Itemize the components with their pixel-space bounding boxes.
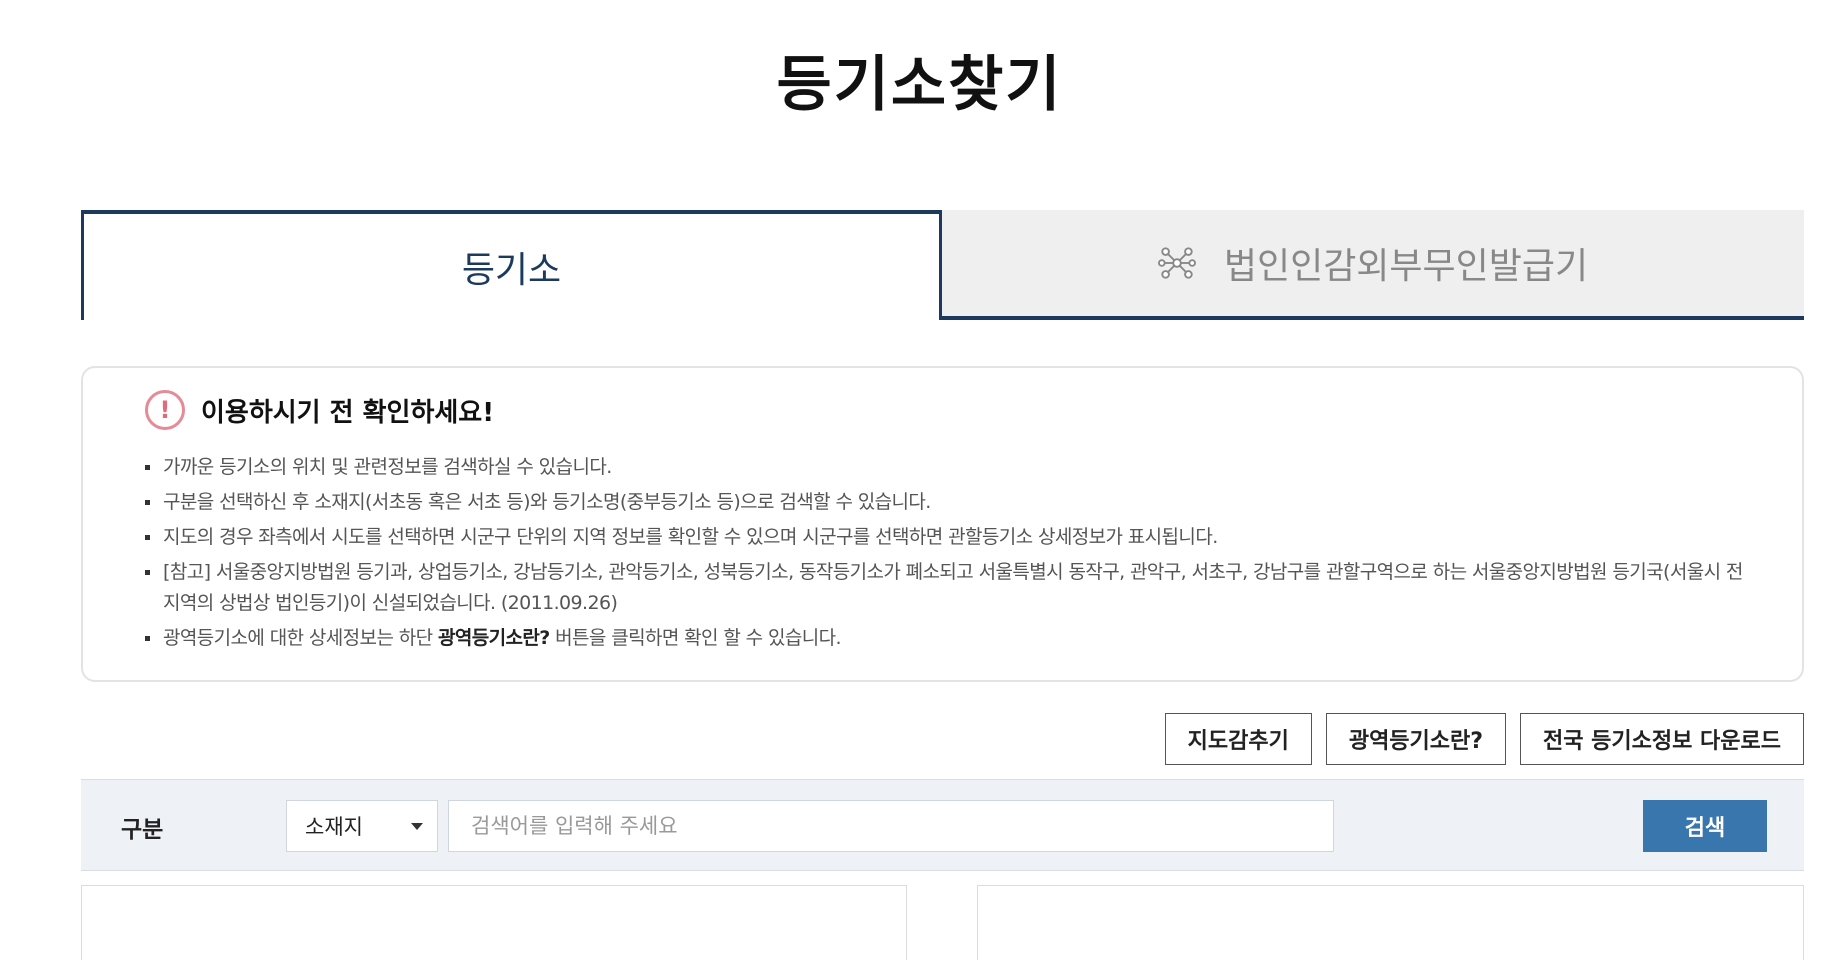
search-bar: 구분 소재지 검색 <box>81 779 1804 871</box>
notice-title: 이용하시기 전 확인하세요! <box>201 397 495 428</box>
search-button[interactable]: 검색 <box>1643 800 1767 852</box>
network-icon <box>1157 247 1196 279</box>
search-input[interactable] <box>448 800 1334 852</box>
hide-map-button[interactable]: 지도감추기 <box>1164 713 1312 765</box>
notice-item: [참고] 서울중앙지방법원 등기과, 상업등기소, 강남등기소, 관악등기소, … <box>145 557 1752 619</box>
map-panel-left <box>81 885 907 960</box>
notice-item: 지도의 경우 좌측에서 시도를 선택하면 시군구 단위의 지역 정보를 확인할 … <box>145 522 1752 553</box>
category-select[interactable]: 소재지 <box>286 800 438 852</box>
page-title: 등기소찾기 <box>776 50 1063 120</box>
tab-registry-office[interactable]: 등기소 <box>81 210 942 320</box>
tab-bar: 등기소 법인인감외부무인발급기 <box>81 210 1804 320</box>
map-panel-right <box>977 885 1804 960</box>
notice-text: 광역등기소에 대한 상세정보는 하단 <box>163 627 438 649</box>
regional-info-button[interactable]: 광역등기소란? <box>1325 713 1507 765</box>
tab-label: 법인인감외부무인발급기 <box>1223 246 1589 287</box>
alert-circle-icon: ! <box>145 390 185 430</box>
notice-list: 가까운 등기소의 위치 및 관련정보를 검색하실 수 있습니다. 구분을 선택하… <box>145 452 1752 658</box>
notice-text: 버튼을 클릭하면 확인 할 수 있습니다. <box>549 627 841 649</box>
category-select-value: 소재지 <box>305 815 363 839</box>
tab-kiosk[interactable]: 법인인감외부무인발급기 <box>942 210 1804 320</box>
notice-header: ! 이용하시기 전 확인하세요! <box>145 390 494 430</box>
action-buttons: 지도감추기 광역등기소란? 전국 등기소정보 다운로드 <box>1164 713 1804 765</box>
search-category-label: 구분 <box>121 817 164 843</box>
notice-item: 구분을 선택하신 후 소재지(서초동 혹은 서초 등)와 등기소명(중부등기소 … <box>145 487 1752 518</box>
notice-item: 가까운 등기소의 위치 및 관련정보를 검색하실 수 있습니다. <box>145 452 1752 483</box>
notice-item: 광역등기소에 대한 상세정보는 하단 광역등기소란? 버튼을 클릭하면 확인 할… <box>145 623 1752 654</box>
download-button[interactable]: 전국 등기소정보 다운로드 <box>1520 713 1804 765</box>
caret-down-icon <box>411 823 423 830</box>
notice-box: ! 이용하시기 전 확인하세요! 가까운 등기소의 위치 및 관련정보를 검색하… <box>81 366 1804 682</box>
notice-emphasis: 광역등기소란? <box>437 627 550 649</box>
tab-label: 등기소 <box>461 250 562 291</box>
